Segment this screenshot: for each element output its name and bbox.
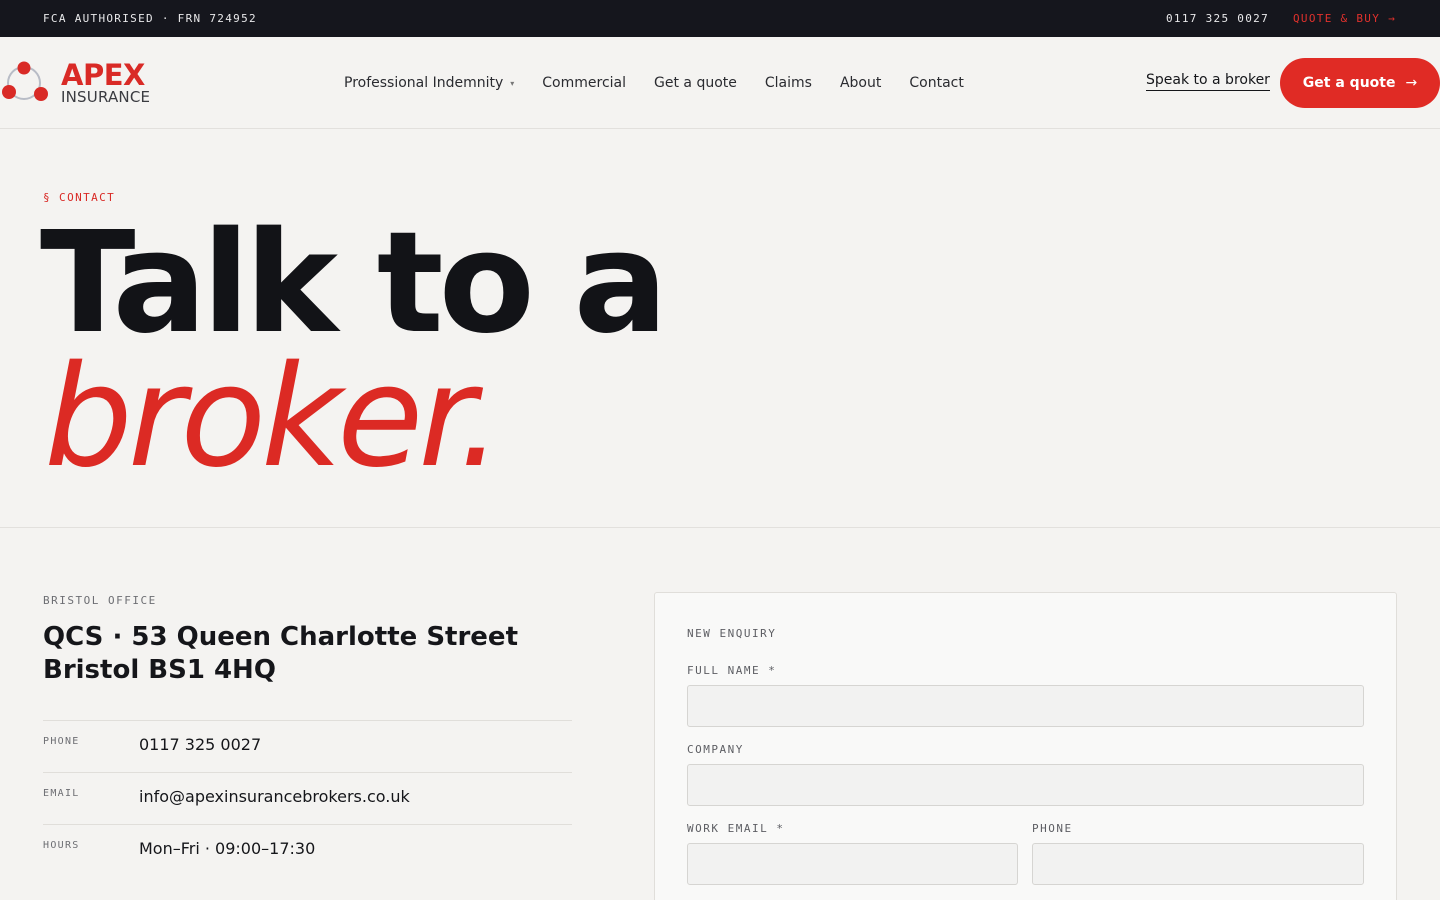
phone-label: PHONE bbox=[1032, 822, 1073, 835]
office-label: BRISTOL OFFICE bbox=[43, 594, 157, 607]
quote-and-buy-link[interactable]: QUOTE & BUY → bbox=[1293, 12, 1396, 25]
company-label: COMPANY bbox=[687, 743, 744, 756]
nav-item-label: Professional Indemnity bbox=[344, 75, 504, 91]
speak-to-broker-link[interactable]: Speak to a broker bbox=[1146, 72, 1270, 91]
arrow-right-icon: → bbox=[1405, 75, 1418, 91]
nav-item-contact[interactable]: Contact bbox=[909, 75, 963, 91]
chevron-down-icon: ▾ bbox=[510, 78, 515, 88]
phone-input[interactable] bbox=[1032, 843, 1364, 885]
logo-wordmark-apex: APEX bbox=[61, 58, 145, 92]
top-bar: FCA AUTHORISED · FRN 724952 0117 325 002… bbox=[0, 0, 1440, 37]
nav-item-commercial[interactable]: Commercial bbox=[542, 75, 626, 91]
cta-label: Get a quote bbox=[1302, 75, 1396, 91]
office-email-link[interactable]: info@apexinsurancebrokers.co.uk bbox=[139, 787, 410, 806]
form-heading: NEW ENQUIRY bbox=[687, 627, 777, 640]
contact-detail-row: PHONE 0117 325 0027 bbox=[43, 720, 572, 772]
contact-detail-row: HOURS Mon–Fri · 09:00–17:30 bbox=[43, 824, 572, 876]
contact-detail-row: EMAIL info@apexinsurancebrokers.co.uk bbox=[43, 772, 572, 824]
logo-mark-icon bbox=[2, 61, 48, 101]
nav-item-professional-indemnity[interactable]: Professional Indemnity ▾ bbox=[344, 75, 514, 91]
nav-item-about[interactable]: About bbox=[840, 75, 881, 91]
detail-key: PHONE bbox=[43, 736, 80, 747]
office-hours: Mon–Fri · 09:00–17:30 bbox=[139, 839, 316, 858]
office-address: QCS · 53 Queen Charlotte Street Bristol … bbox=[43, 621, 583, 687]
site-header: APEX INSURANCE Professional Indemnity ▾ … bbox=[0, 37, 1440, 129]
detail-key: HOURS bbox=[43, 840, 80, 851]
company-input[interactable] bbox=[687, 764, 1364, 806]
office-phone-link[interactable]: 0117 325 0027 bbox=[139, 735, 261, 754]
full-name-label: FULL NAME * bbox=[687, 664, 777, 677]
nav-item-claims[interactable]: Claims bbox=[765, 75, 812, 91]
address-line-2: Bristol BS1 4HQ bbox=[43, 655, 276, 685]
full-name-input[interactable] bbox=[687, 685, 1364, 727]
nav-item-get-a-quote[interactable]: Get a quote bbox=[654, 75, 737, 91]
address-line-1: QCS · 53 Queen Charlotte Street bbox=[43, 622, 518, 652]
apex-logo[interactable]: APEX INSURANCE bbox=[0, 59, 170, 109]
work-email-input[interactable] bbox=[687, 843, 1018, 885]
fca-authorisation: FCA AUTHORISED · FRN 724952 bbox=[43, 12, 257, 25]
top-bar-phone-link[interactable]: 0117 325 0027 bbox=[1166, 12, 1269, 25]
page-title-line-2: broker. bbox=[44, 336, 502, 499]
detail-key: EMAIL bbox=[43, 788, 80, 799]
work-email-label: WORK EMAIL * bbox=[687, 822, 785, 835]
enquiry-form: NEW ENQUIRY FULL NAME * COMPANY WORK EMA… bbox=[654, 592, 1397, 900]
logo-wordmark-insurance: INSURANCE bbox=[61, 88, 151, 106]
get-a-quote-button[interactable]: Get a quote → bbox=[1280, 58, 1440, 108]
main-nav: Professional Indemnity ▾ Commercial Get … bbox=[344, 37, 964, 129]
hero-section: § CONTACT Talk to a broker. bbox=[0, 129, 1440, 528]
top-bar-right: 0117 325 0027 QUOTE & BUY → bbox=[1166, 12, 1396, 25]
